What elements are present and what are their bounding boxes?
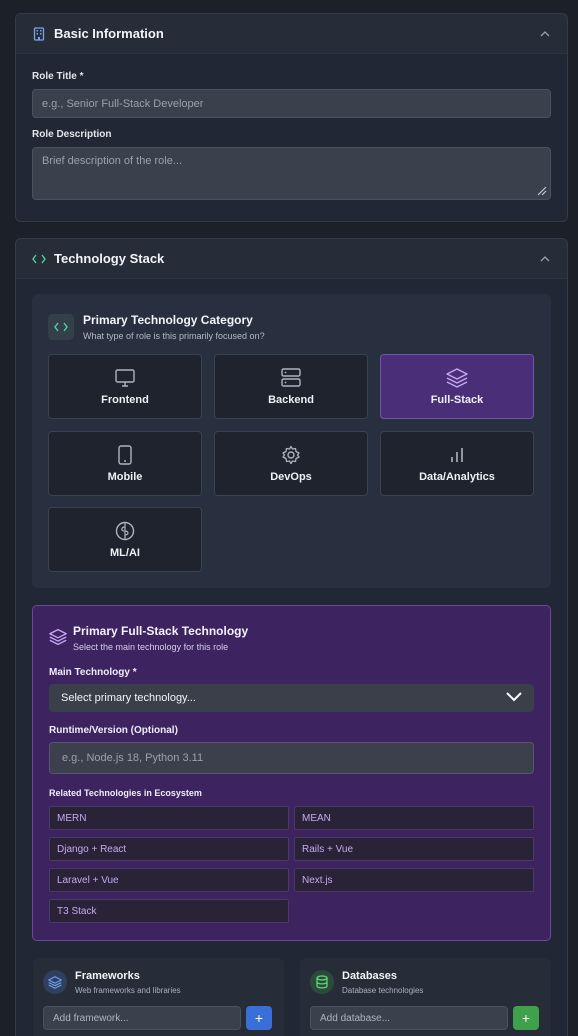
related-tech-nextjs[interactable]: Next.js [294,868,534,892]
chevron-down-icon [506,689,522,707]
runtime-version-input[interactable]: e.g., Node.js 18, Python 3.11 [49,742,534,774]
category-tile-data-analytics[interactable]: Data/Analytics [380,431,534,496]
runtime-version-label: Runtime/Version (Optional) [49,725,178,736]
code-icon [32,252,46,266]
related-tech-rails-vue[interactable]: Rails + Vue [294,837,534,861]
primary-technology-subtitle: Select the main technology for this role [73,642,229,652]
smartphone-icon [114,444,136,466]
role-description-placeholder: Brief description of the role... [42,155,183,167]
add-framework-button[interactable]: + [246,1006,272,1030]
category-tile-frontend[interactable]: Frontend [48,354,202,419]
related-technologies-label: Related Technologies in Ecosystem [49,788,202,798]
frameworks-subtitle: Web frameworks and libraries [75,986,181,995]
category-tile-ml-ai[interactable]: ML/AI [48,507,202,572]
related-tech-django-react[interactable]: Django + React [49,837,289,861]
frameworks-title: Frameworks [75,970,140,982]
main-technology-select[interactable]: Select primary technology... [49,684,534,712]
monitor-icon [114,367,136,389]
chevron-up-icon[interactable] [539,28,551,40]
add-database-input[interactable]: Add database... [310,1006,508,1030]
databases-title: Databases [342,970,398,982]
category-tile-mobile[interactable]: Mobile [48,431,202,496]
role-description-textarea[interactable]: Brief description of the role... [32,147,551,200]
layers-icon [49,628,67,646]
category-tile-label: Frontend [101,394,149,406]
databases-card: Databases Database technologies Add data… [300,958,551,1036]
database-icon [310,970,334,994]
role-title-input[interactable]: e.g., Senior Full-Stack Developer [32,89,551,118]
basic-information-header[interactable]: Basic Information [16,14,567,54]
related-tech-mean[interactable]: MEAN [294,806,534,830]
primary-technology-title: Primary Full-Stack Technology [73,624,249,638]
layers-icon [446,367,468,389]
technology-stack-title: Technology Stack [54,251,165,266]
brain-icon [114,520,136,542]
technology-stack-header[interactable]: Technology Stack [16,239,567,279]
bar-chart-icon [446,444,468,466]
category-tile-label: Mobile [107,471,143,483]
building-icon [32,26,46,41]
basic-information-title: Basic Information [54,26,164,41]
frameworks-card: Frameworks Web frameworks and libraries … [33,958,284,1036]
category-tile-full-stack[interactable]: Full-Stack [380,354,534,419]
server-icon [280,367,302,389]
category-tile-label: ML/AI [110,547,140,559]
gear-icon [280,444,302,466]
add-framework-input[interactable]: Add framework... [43,1006,241,1030]
category-tile-label: Full-Stack [430,394,484,406]
category-tile-label: DevOps [270,471,312,483]
category-subtitle: What type of role is this primarily focu… [83,331,265,341]
databases-subtitle: Database technologies [342,986,424,995]
layers-icon [43,970,67,994]
category-title: Primary Technology Category [83,313,253,327]
code-icon [54,322,68,332]
category-tile-devops[interactable]: DevOps [214,431,368,496]
role-title-label: Role Title * [32,71,84,82]
resize-handle-icon[interactable] [535,184,547,196]
role-description-label: Role Description [32,129,112,140]
main-technology-value: Select primary technology... [61,692,196,704]
category-tile-label: Data/Analytics [419,471,495,483]
related-tech-t3-stack[interactable]: T3 Stack [49,899,289,923]
related-tech-laravel-vue[interactable]: Laravel + Vue [49,868,289,892]
category-tile-label: Backend [268,394,314,406]
add-database-button[interactable]: + [513,1006,539,1030]
chevron-up-icon[interactable] [539,253,551,265]
related-tech-mern[interactable]: MERN [49,806,289,830]
main-technology-label: Main Technology * [49,667,137,678]
category-tile-backend[interactable]: Backend [214,354,368,419]
category-header-icon [48,314,74,340]
